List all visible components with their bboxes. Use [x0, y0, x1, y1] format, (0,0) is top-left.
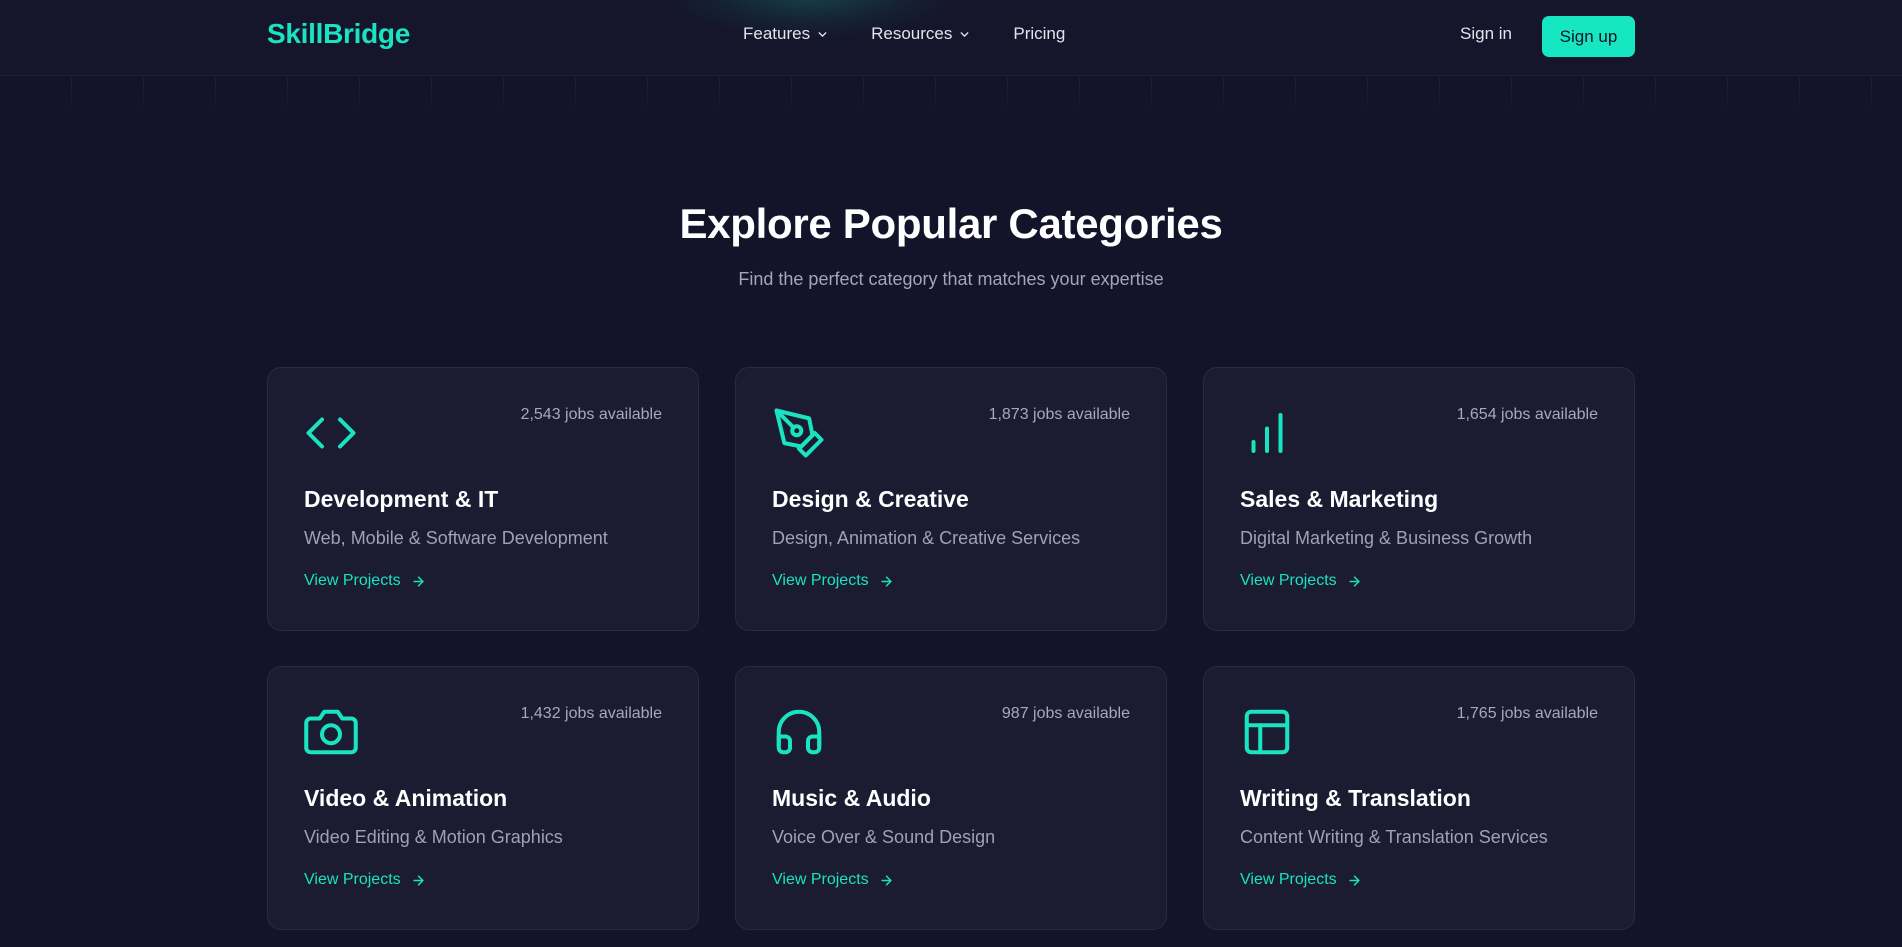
- nav-resources-label: Resources: [871, 24, 953, 43]
- sign-up-button[interactable]: Sign up: [1542, 16, 1635, 57]
- arrow-right-icon: [881, 874, 892, 886]
- code-icon: [304, 406, 358, 460]
- view-projects-link[interactable]: View Projects: [772, 871, 894, 889]
- category-description: Video Editing & Motion Graphics: [304, 827, 563, 847]
- view-projects-link[interactable]: View Projects: [304, 871, 426, 889]
- category-card-sales[interactable]: 1,654 jobs available Sales & Marketing D…: [1203, 367, 1635, 631]
- category-description: Design, Animation & Creative Services: [772, 528, 1081, 548]
- category-title: Music & Audio: [772, 785, 931, 811]
- section-title: Explore Popular Categories: [679, 200, 1223, 247]
- view-projects-label: View Projects: [304, 871, 401, 888]
- top-navbar: SkillBridge Features Resources Pricing S…: [0, 0, 1902, 76]
- chevron-down-icon: [818, 31, 827, 37]
- jobs-count: 1,654 jobs available: [1456, 406, 1598, 423]
- category-title: Video & Animation: [304, 785, 508, 811]
- arrow-right-icon: [1349, 575, 1360, 587]
- nav-features-label: Features: [743, 24, 811, 43]
- view-projects-label: View Projects: [304, 572, 401, 589]
- nav-pricing[interactable]: Pricing: [1013, 24, 1065, 44]
- background-grid: [0, 77, 1902, 117]
- nav-pricing-label: Pricing: [1013, 24, 1066, 43]
- category-description: Content Writing & Translation Services: [1240, 827, 1548, 847]
- arrow-right-icon: [413, 874, 424, 886]
- view-projects-label: View Projects: [1240, 871, 1337, 888]
- bar-chart-icon: [1240, 406, 1294, 460]
- category-description: Web, Mobile & Software Development: [304, 528, 608, 548]
- view-projects-link[interactable]: View Projects: [1240, 871, 1362, 889]
- view-projects-link[interactable]: View Projects: [772, 572, 894, 590]
- view-projects-label: View Projects: [1240, 572, 1337, 589]
- camera-icon: [304, 705, 358, 759]
- headphones-icon: [772, 705, 826, 759]
- category-title: Writing & Translation: [1240, 785, 1471, 811]
- pen-tool-icon: [772, 406, 826, 460]
- category-description: Voice Over & Sound Design: [772, 827, 996, 847]
- jobs-count: 1,873 jobs available: [988, 406, 1130, 423]
- view-projects-link[interactable]: View Projects: [1240, 572, 1362, 590]
- nav-resources[interactable]: Resources: [871, 24, 971, 44]
- arrow-right-icon: [1349, 874, 1360, 886]
- jobs-count: 1,432 jobs available: [520, 705, 662, 722]
- chevron-down-icon: [960, 31, 969, 37]
- view-projects-label: View Projects: [772, 572, 869, 589]
- arrow-right-icon: [881, 575, 892, 587]
- nav-links: Features Resources Pricing: [743, 24, 1107, 44]
- view-projects-link[interactable]: View Projects: [304, 572, 426, 590]
- sign-in-link[interactable]: Sign in: [1460, 24, 1512, 44]
- arrow-right-icon: [413, 575, 424, 587]
- category-title: Development & IT: [304, 486, 499, 512]
- category-title: Sales & Marketing: [1240, 486, 1439, 512]
- category-card-development[interactable]: 2,543 jobs available Development & IT We…: [267, 367, 699, 631]
- category-description: Digital Marketing & Business Growth: [1240, 528, 1533, 548]
- jobs-count: 2,543 jobs available: [520, 406, 662, 423]
- jobs-count: 1,765 jobs available: [1456, 705, 1598, 722]
- jobs-count: 987 jobs available: [1001, 705, 1130, 722]
- nav-features[interactable]: Features: [743, 24, 829, 44]
- category-card-writing[interactable]: 1,765 jobs available Writing & Translati…: [1203, 666, 1635, 930]
- layout-icon: [1240, 705, 1294, 759]
- page: SkillBridge Features Resources Pricing S…: [0, 0, 1902, 947]
- section-subtitle: Find the perfect category that matches y…: [738, 269, 1164, 289]
- logo[interactable]: SkillBridge: [267, 18, 410, 50]
- view-projects-label: View Projects: [772, 871, 869, 888]
- category-card-design[interactable]: 1,873 jobs available Design & Creative D…: [735, 367, 1167, 631]
- category-card-music[interactable]: 987 jobs available Music & Audio Voice O…: [735, 666, 1167, 930]
- category-card-video[interactable]: 1,432 jobs available Video & Animation V…: [267, 666, 699, 930]
- category-title: Design & Creative: [772, 486, 969, 512]
